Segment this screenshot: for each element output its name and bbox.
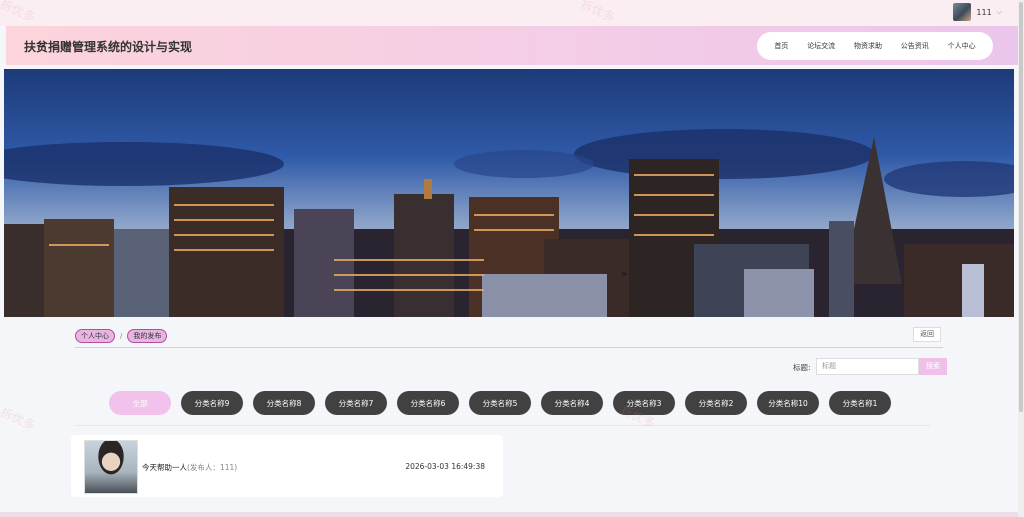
category-item[interactable]: 分类名称7	[325, 391, 387, 415]
scrollbar[interactable]	[1018, 0, 1024, 517]
breadcrumb-personal-center[interactable]: 个人中心	[75, 329, 115, 343]
list-item[interactable]: 今天帮助一人(发布人：111) 2026-03-03 16:49:38	[71, 435, 503, 497]
post-publisher: 111	[219, 463, 235, 472]
divider	[75, 425, 930, 426]
footer-strip	[0, 512, 1018, 517]
search-input[interactable]: 标题	[816, 358, 919, 375]
post-publisher-prefix: (发布人：	[187, 463, 220, 472]
nav-item-home[interactable]: 首页	[774, 41, 788, 51]
category-all[interactable]: 全部	[109, 391, 171, 415]
cursor-icon: ➤	[620, 269, 629, 280]
category-item[interactable]: 分类名称5	[469, 391, 531, 415]
category-item[interactable]: 分类名称10	[757, 391, 819, 415]
search-button[interactable]: 搜索	[919, 358, 947, 375]
breadcrumb: 个人中心 / 我的发布	[75, 329, 168, 343]
breadcrumb-separator: /	[120, 332, 123, 340]
site-title: 扶贫捐赠管理系统的设计与实现	[24, 40, 193, 54]
search-label: 标题:	[793, 363, 811, 372]
user-menu[interactable]: 111 ⌵	[953, 3, 1002, 21]
site-header: 扶贫捐赠管理系统的设计与实现 首页 论坛交流 物资求助 公告资讯 个人中心	[6, 26, 1018, 65]
scrollbar-thumb[interactable]	[1019, 2, 1023, 412]
category-item[interactable]: 分类名称9	[181, 391, 243, 415]
avatar[interactable]	[953, 3, 972, 21]
divider	[75, 347, 943, 348]
back-button[interactable]: 返回	[913, 327, 941, 342]
nav-item-supply-request[interactable]: 物资求助	[854, 41, 882, 51]
user-name[interactable]: 111	[976, 8, 991, 17]
city-skyline-image	[4, 129, 1014, 317]
post-title-line[interactable]: 今天帮助一人(发布人：111)	[142, 462, 237, 473]
nav-item-announcements[interactable]: 公告资讯	[901, 41, 929, 51]
breadcrumb-my-posts[interactable]: 我的发布	[127, 329, 168, 343]
post-time: 2026-03-03 16:49:38	[405, 462, 485, 471]
post-title[interactable]: 今天帮助一人	[142, 463, 187, 472]
main-nav: 首页 论坛交流 物资求助 公告资讯 个人中心	[757, 32, 993, 60]
watermark: 拆优多	[0, 404, 38, 433]
chevron-down-icon[interactable]: ⌵	[997, 8, 1002, 17]
category-item[interactable]: 分类名称8	[253, 391, 315, 415]
category-tabs: 全部 分类名称9 分类名称8 分类名称7 分类名称6 分类名称5 分类名称4 分…	[109, 391, 891, 415]
top-user-strip: 111 ⌵	[0, 0, 1024, 26]
post-publisher-suffix: )	[234, 463, 238, 472]
nav-item-forum[interactable]: 论坛交流	[807, 41, 835, 51]
category-item[interactable]: 分类名称4	[541, 391, 603, 415]
nav-item-personal-center[interactable]: 个人中心	[948, 41, 976, 51]
hero-banner: ➤	[4, 69, 1014, 317]
category-item[interactable]: 分类名称6	[397, 391, 459, 415]
category-item[interactable]: 分类名称1	[829, 391, 891, 415]
post-thumbnail[interactable]	[84, 440, 138, 494]
category-item[interactable]: 分类名称2	[685, 391, 747, 415]
